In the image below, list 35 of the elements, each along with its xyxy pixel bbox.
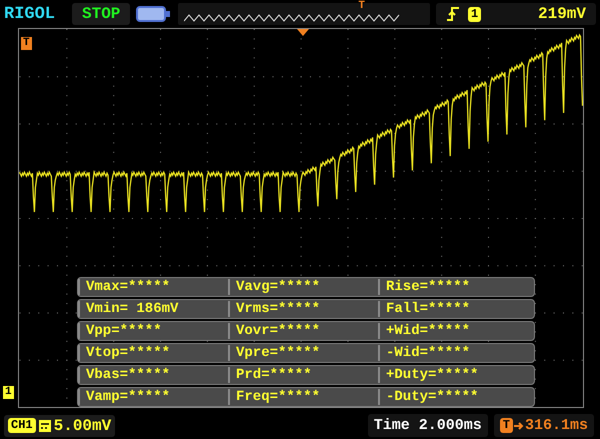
measurement-value: Vbas=***** bbox=[78, 367, 228, 383]
measurement-value: +Duty=***** bbox=[378, 367, 534, 383]
measurement-value: Freq=***** bbox=[228, 389, 378, 405]
trigger-level: 219mV bbox=[538, 5, 586, 23]
brand-label: RIGOL bbox=[4, 4, 56, 24]
measurement-value: Rise=***** bbox=[378, 279, 534, 295]
channel-marker: 1 bbox=[3, 386, 14, 399]
timebase-value: Time 2.000ms bbox=[368, 414, 488, 437]
measurement-value: Vmin= 186mV bbox=[78, 301, 228, 317]
measurement-value: Vovr=***** bbox=[228, 323, 378, 339]
rising-edge-icon bbox=[446, 6, 460, 22]
vertical-scale: 5.00mV bbox=[54, 416, 112, 434]
measurement-value: Vamp=***** bbox=[78, 389, 228, 405]
trigger-level-marker: T bbox=[21, 37, 32, 50]
trigger-channel-badge: 1 bbox=[468, 6, 482, 22]
measurement-value: Vtop=***** bbox=[78, 345, 228, 361]
measurement-value: -Wid=***** bbox=[378, 345, 534, 361]
arrow-icon bbox=[514, 420, 524, 430]
measurement-value: -Duty=***** bbox=[378, 389, 534, 405]
measurement-value: Fall=***** bbox=[378, 301, 534, 317]
memory-trigger-marker: T bbox=[358, 0, 366, 12]
battery-icon bbox=[136, 5, 172, 23]
measurement-value: Vpp=***** bbox=[78, 323, 228, 339]
trigger-offset: 316.1ms bbox=[524, 417, 588, 434]
measurement-value: Vpre=***** bbox=[228, 345, 378, 361]
measurement-value: Vmax=***** bbox=[78, 279, 228, 295]
measurement-value: Prd=***** bbox=[228, 367, 378, 383]
channel-label[interactable]: CH1 bbox=[8, 418, 36, 433]
measurement-value: Vavg=***** bbox=[228, 279, 378, 295]
measurement-value: Vrms=***** bbox=[228, 301, 378, 317]
run-state-label[interactable]: STOP bbox=[72, 3, 130, 25]
trigger-position-icon bbox=[297, 29, 309, 36]
measurement-value: +Wid=***** bbox=[378, 323, 534, 339]
trigger-offset-badge: T bbox=[500, 418, 513, 433]
coupling-icon bbox=[38, 420, 51, 432]
